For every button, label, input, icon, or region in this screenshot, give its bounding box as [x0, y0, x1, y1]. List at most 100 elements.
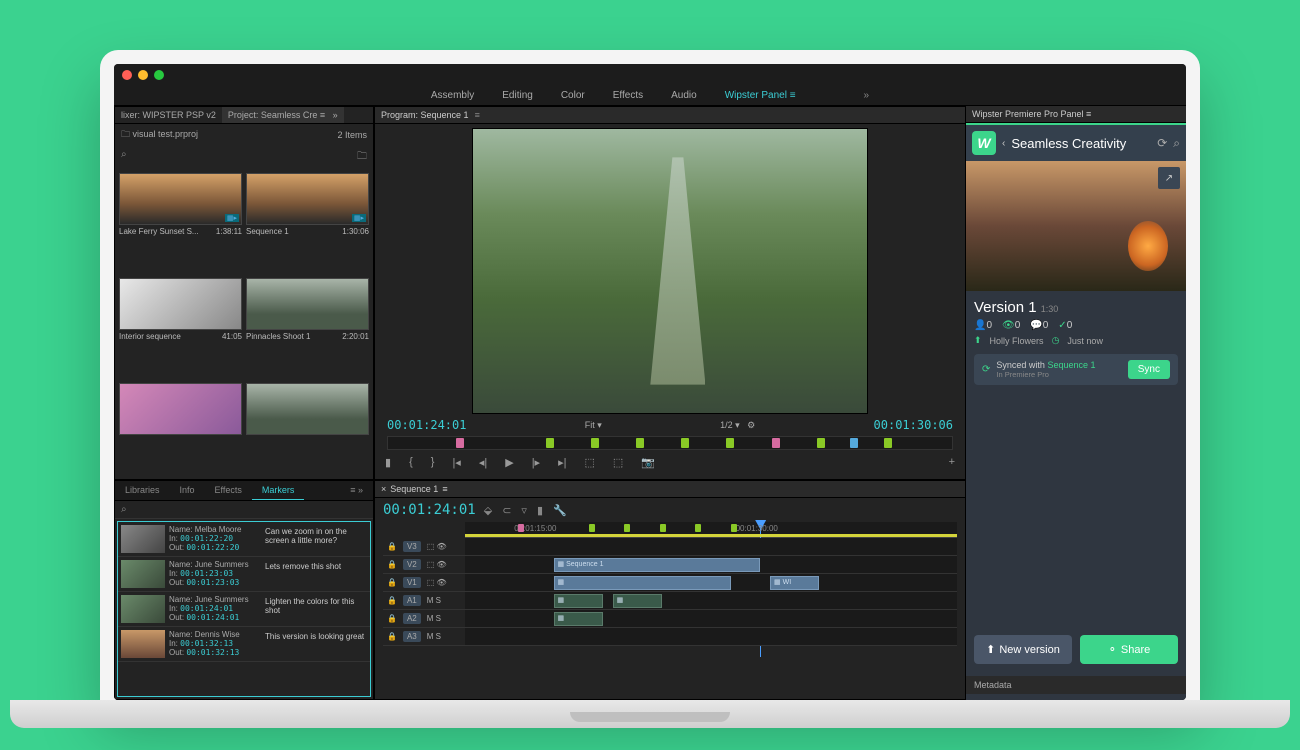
- timeline-marker-icon[interactable]: [518, 524, 524, 532]
- timeline-marker-icon[interactable]: [731, 524, 737, 532]
- timeline-marker-icon[interactable]: [624, 524, 630, 532]
- new-bin-icon[interactable]: 🗀: [357, 149, 367, 166]
- panel-tab[interactable]: Markers: [252, 481, 305, 500]
- timeline-timecode[interactable]: 00:01:24:01: [383, 502, 476, 518]
- panel-tab[interactable]: Info: [170, 481, 205, 500]
- metadata-tab[interactable]: Metadata: [966, 676, 1186, 694]
- project-clip[interactable]: [119, 383, 242, 475]
- wipster-stats: 👤0 👁0 💬0 ✓0: [974, 320, 1178, 331]
- in-icon[interactable]: {: [409, 456, 413, 469]
- new-version-button[interactable]: ⬆ New version: [974, 635, 1072, 664]
- marker-strip[interactable]: [387, 436, 953, 450]
- timeline-clip[interactable]: ▦: [554, 612, 603, 626]
- timeline-marker-icon[interactable]: [695, 524, 701, 532]
- chevron-icon[interactable]: »: [864, 90, 870, 101]
- marker-icon[interactable]: [681, 438, 689, 448]
- marker-icon[interactable]: [726, 438, 734, 448]
- timeline-ruler[interactable]: 00:01:15:0000:01:30:00: [465, 522, 957, 538]
- popout-icon[interactable]: ↗: [1158, 167, 1180, 189]
- markers-panel: LibrariesInfoEffectsMarkers ≡ » ⌕ Name: M…: [114, 480, 374, 700]
- timecode-in[interactable]: 00:01:24:01: [387, 418, 466, 432]
- timeline-clip[interactable]: ▦ Sequence 1: [554, 558, 761, 572]
- refresh-icon[interactable]: ⟳: [1157, 136, 1167, 150]
- project-tab[interactable]: Project: Seamless Cre ≡ »: [222, 107, 344, 123]
- workspace-tab[interactable]: Assembly: [431, 90, 474, 101]
- wipster-panel: Wipster Premiere Pro Panel ≡ W ‹ Seamles…: [966, 106, 1186, 700]
- timeline-track: 🔒 V3 ⬚ 👁: [383, 538, 957, 556]
- timeline-clip[interactable]: ▦: [554, 576, 731, 590]
- link-icon[interactable]: ⊂: [502, 504, 511, 517]
- timeline-clip[interactable]: ▦: [554, 594, 603, 608]
- marker-item[interactable]: Name: June SummersIn: 00:01:23:03Out: 00…: [118, 557, 370, 592]
- zoom-selector[interactable]: 1/2: [720, 420, 733, 430]
- wipster-project-title[interactable]: Seamless Creativity: [1011, 136, 1151, 151]
- add-icon[interactable]: +: [949, 456, 955, 469]
- maximize-icon[interactable]: [154, 70, 164, 80]
- goto-in-icon[interactable]: |◂: [452, 456, 460, 469]
- program-monitor: Program: Sequence 1 ≡ 00:01:24:01 Fit ▾ …: [374, 106, 966, 480]
- marker-icon[interactable]: [884, 438, 892, 448]
- settings-icon[interactable]: ▮: [537, 504, 543, 517]
- wrench-icon[interactable]: 🔧: [553, 504, 567, 517]
- marker-item[interactable]: Name: Dennis WiseIn: 00:01:32:13Out: 00:…: [118, 627, 370, 662]
- step-back-icon[interactable]: ◂|: [479, 456, 487, 469]
- marker-search[interactable]: ⌕: [115, 501, 373, 519]
- project-clip[interactable]: Interior sequence41:05: [119, 278, 242, 379]
- marker-icon[interactable]: [546, 438, 554, 448]
- workspace-tab[interactable]: Editing: [502, 90, 533, 101]
- out-icon[interactable]: }: [431, 456, 435, 469]
- goto-out-icon[interactable]: ▸|: [558, 456, 566, 469]
- workspace-tab[interactable]: Audio: [671, 90, 697, 101]
- marker-icon[interactable]: ▮: [385, 456, 391, 469]
- timeline-marker-icon[interactable]: [589, 524, 595, 532]
- close-icon[interactable]: [122, 70, 132, 80]
- marker-icon[interactable]: [850, 438, 858, 448]
- share-button[interactable]: ⚬ Share: [1080, 635, 1178, 664]
- export-frame-icon[interactable]: 📷: [641, 456, 655, 469]
- lower-panel-tabs: LibrariesInfoEffectsMarkers ≡ »: [115, 481, 373, 501]
- play-icon[interactable]: ▶: [505, 456, 513, 469]
- wipster-thumbnail[interactable]: ↗: [966, 161, 1186, 291]
- workspace-tabs: Assembly Editing Color Effects Audio Wipster …: [114, 86, 1186, 106]
- timeline-clip[interactable]: ▦ WI: [770, 576, 819, 590]
- snap-icon[interactable]: ⬙: [484, 504, 492, 517]
- app-screen: Assembly Editing Color Effects Audio Wipster …: [114, 64, 1186, 700]
- panel-menu-icon[interactable]: ≡: [475, 110, 480, 120]
- search-icon[interactable]: ⌕: [121, 149, 127, 166]
- back-icon[interactable]: ‹: [1002, 138, 1005, 149]
- marker-icon[interactable]: [636, 438, 644, 448]
- project-clip[interactable]: [246, 383, 369, 475]
- extract-icon[interactable]: ⬚: [613, 456, 623, 469]
- workspace-tab[interactable]: Effects: [613, 90, 643, 101]
- video-viewer[interactable]: [472, 128, 868, 414]
- project-clip[interactable]: ▦▸Lake Ferry Sunset S...1:38:11: [119, 173, 242, 274]
- mixer-tab[interactable]: lixer: WIPSTER PSP v2: [115, 107, 222, 123]
- people-icon: 👤0: [974, 320, 992, 331]
- panel-tab[interactable]: Effects: [205, 481, 252, 500]
- sequence-name[interactable]: Sequence 1: [390, 484, 438, 494]
- sync-box: ⟳ Synced with Sequence 1In Premiere Pro …: [974, 354, 1178, 385]
- workspace-tab[interactable]: Wipster Panel ≡: [725, 90, 796, 101]
- marker-tool-icon[interactable]: ▿: [521, 504, 527, 517]
- marker-icon[interactable]: [772, 438, 780, 448]
- fit-selector[interactable]: Fit: [585, 420, 595, 430]
- panel-menu-icon[interactable]: ≡ »: [340, 481, 373, 500]
- workspace-tab[interactable]: Color: [561, 90, 585, 101]
- marker-item[interactable]: Name: Melba MooreIn: 00:01:22:20Out: 00:…: [118, 522, 370, 557]
- marker-icon[interactable]: [456, 438, 464, 448]
- checks-icon: ✓0: [1058, 320, 1072, 331]
- step-fwd-icon[interactable]: |▸: [532, 456, 540, 469]
- minimize-icon[interactable]: [138, 70, 148, 80]
- lift-icon[interactable]: ⬚: [584, 456, 594, 469]
- search-icon[interactable]: ⌕: [1173, 136, 1180, 151]
- sync-sequence-link[interactable]: Sequence 1: [1047, 360, 1095, 370]
- project-clip[interactable]: Pinnacles Shoot 12:20:01: [246, 278, 369, 379]
- marker-item[interactable]: Name: June SummersIn: 00:01:24:01Out: 00…: [118, 592, 370, 627]
- panel-tab[interactable]: Libraries: [115, 481, 170, 500]
- project-clip[interactable]: ▦▸Sequence 11:30:06: [246, 173, 369, 274]
- timeline-marker-icon[interactable]: [660, 524, 666, 532]
- timeline-clip[interactable]: ▦: [613, 594, 662, 608]
- marker-icon[interactable]: [591, 438, 599, 448]
- sync-button[interactable]: Sync: [1128, 360, 1170, 379]
- marker-icon[interactable]: [817, 438, 825, 448]
